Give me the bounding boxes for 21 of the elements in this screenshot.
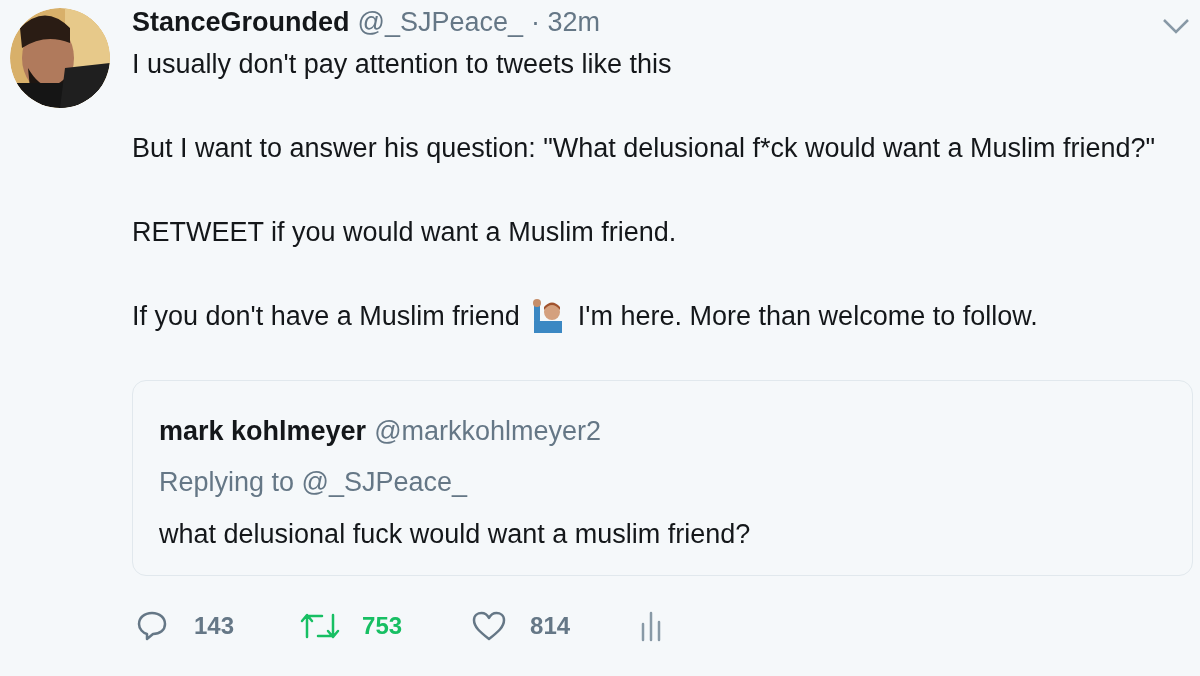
tweet-time[interactable]: · 32m [531, 1, 601, 43]
tweet-text: RETWEET if you would want a Muslim friend. [132, 216, 678, 249]
author-handle[interactable]: @_SJPeace_ [357, 1, 524, 43]
reply-icon[interactable] [136, 610, 168, 642]
caret-icon[interactable] [1162, 18, 1190, 34]
heart-icon[interactable] [472, 611, 507, 641]
author-name[interactable]: StanceGrounded [132, 1, 350, 43]
quoted-tweet-text: what delusional fuck would want a muslim friend? [159, 518, 752, 551]
analytics-icon[interactable] [640, 610, 663, 642]
retweet-icon[interactable] [300, 611, 341, 641]
tweet-text: I'm here. More than welcome to follow. [577, 300, 1038, 333]
quoted-author-name: mark kohlmeyer [159, 415, 367, 448]
reply-count: 143 [194, 611, 235, 641]
quoted-author-handle: @markkohlmeyer2 [374, 415, 602, 448]
retweet-count: 753 [362, 611, 403, 641]
like-count: 814 [530, 611, 571, 641]
quoted-tweet-card[interactable]: mark kohlmeyer @markkohlmeyer2 Replying to @_SJPeace_ what delusional fuck would want a muslim friend? [132, 380, 1193, 576]
tweet-text: I usually don't pay attention to tweets like this [132, 48, 673, 81]
tweet-text: But I want to answer his question: "What delusional f*ck would want a Muslim friend?" [132, 132, 1157, 165]
tweet-text: If you don't have a Muslim friend [132, 300, 520, 333]
replying-to-text: Replying to @_SJPeace_ [159, 465, 469, 499]
